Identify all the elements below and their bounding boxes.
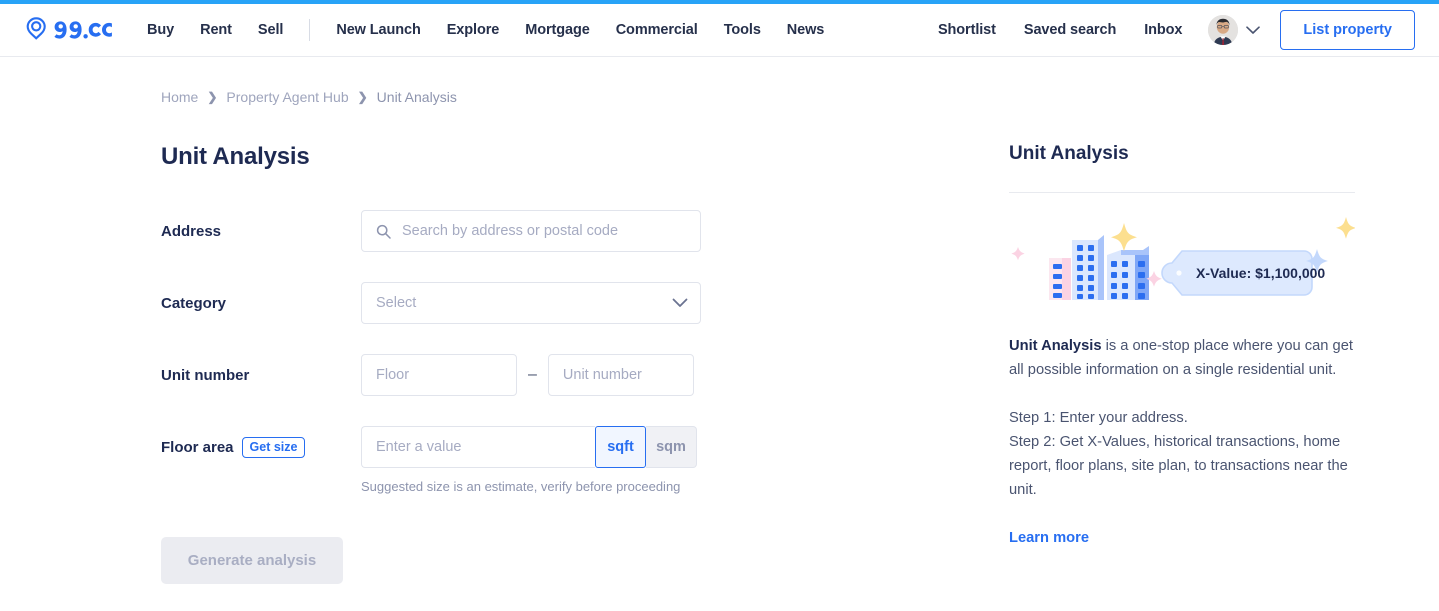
nav-link-rent[interactable]: Rent bbox=[187, 16, 245, 44]
nav-link-new-launch[interactable]: New Launch bbox=[323, 16, 433, 44]
address-input[interactable]: Search by address or postal code bbox=[361, 210, 701, 252]
unit-number-input[interactable]: Unit number bbox=[547, 354, 694, 396]
floor-area-unit-toggle: sqft sqm bbox=[595, 426, 697, 468]
info-panel-intro-bold: Unit Analysis bbox=[1009, 338, 1102, 354]
nav-right-section: Shortlist Saved search Inbox List proper… bbox=[924, 10, 1415, 50]
unit-analysis-form-column: Unit Analysis Address Search by address … bbox=[161, 143, 855, 584]
content-columns: Unit Analysis Address Search by address … bbox=[0, 143, 1439, 584]
address-input-placeholder: Search by address or postal code bbox=[402, 223, 619, 239]
top-navbar: Buy Rent Sell New Launch Explore Mortgag… bbox=[0, 4, 1439, 57]
unit-toggle-sqft[interactable]: sqft bbox=[595, 426, 646, 468]
field-group-address: Search by address or postal code bbox=[361, 210, 855, 252]
nav-link-explore[interactable]: Explore bbox=[434, 16, 513, 44]
breadcrumb: Home ❯ Property Agent Hub ❯ Unit Analysi… bbox=[161, 89, 1439, 105]
nav-link-mortgage[interactable]: Mortgage bbox=[512, 16, 602, 44]
label-category: Category bbox=[161, 294, 227, 312]
nav-divider bbox=[309, 19, 311, 41]
nav-link-commercial[interactable]: Commercial bbox=[603, 16, 711, 44]
info-panel-body: Unit Analysis is a one-stop place where … bbox=[1009, 334, 1355, 550]
get-size-button[interactable]: Get size bbox=[241, 436, 306, 458]
floor-input-placeholder: Floor bbox=[376, 367, 410, 383]
breadcrumb-item-property-agent-hub[interactable]: Property Agent Hub bbox=[226, 89, 348, 105]
nav-primary-links: Buy Rent Sell New Launch Explore Mortgag… bbox=[134, 16, 837, 44]
search-icon bbox=[376, 224, 391, 239]
nav-link-inbox[interactable]: Inbox bbox=[1130, 16, 1196, 44]
page-title: Unit Analysis bbox=[161, 143, 310, 170]
nav-link-buy[interactable]: Buy bbox=[134, 16, 187, 44]
info-panel: Unit Analysis X-Value: $1,100,000 Unit A… bbox=[1009, 143, 1356, 584]
sparkle-pink-icon bbox=[1011, 247, 1025, 261]
illustration-svg: X-Value: $1,100,000 bbox=[1011, 217, 1356, 300]
form-row-address: Address Search by address or postal code bbox=[161, 210, 855, 252]
label-unit-number: Unit number bbox=[161, 366, 250, 384]
info-panel-divider bbox=[1009, 192, 1355, 193]
chevron-right-icon: ❯ bbox=[207, 90, 218, 104]
form-row-floor-area: Floor area Get size Enter a value sqft s… bbox=[161, 426, 855, 494]
avatar bbox=[1208, 15, 1239, 45]
generate-analysis-button[interactable]: Generate analysis bbox=[161, 537, 343, 584]
nav-link-news[interactable]: News bbox=[774, 16, 837, 44]
breadcrumb-item-unit-analysis: Unit Analysis bbox=[376, 89, 457, 105]
field-group-category: Select bbox=[361, 282, 855, 324]
floor-area-input-placeholder: Enter a value bbox=[376, 439, 462, 455]
info-panel-title: Unit Analysis bbox=[1009, 143, 1129, 164]
unit-toggle-sqm[interactable]: sqm bbox=[646, 426, 697, 468]
nav-link-shortlist[interactable]: Shortlist bbox=[924, 16, 1010, 44]
label-floor-area-group: Floor area Get size bbox=[161, 426, 361, 468]
info-panel-intro: Unit Analysis is a one-stop place where … bbox=[1009, 334, 1355, 382]
form-row-unit-number: Unit number Floor – Unit number bbox=[161, 354, 855, 396]
floor-input[interactable]: Floor bbox=[361, 354, 517, 396]
chevron-down-icon bbox=[1246, 25, 1261, 34]
nav-link-tools[interactable]: Tools bbox=[711, 16, 774, 44]
field-group-unit-number: Floor – Unit number bbox=[361, 354, 855, 396]
page-content: Home ❯ Property Agent Hub ❯ Unit Analysi… bbox=[0, 89, 1439, 584]
category-select-placeholder: Select bbox=[376, 295, 417, 311]
list-property-button[interactable]: List property bbox=[1280, 10, 1415, 50]
chevron-down-icon bbox=[672, 298, 688, 307]
floor-area-hint: Suggested size is an estimate, verify be… bbox=[361, 479, 681, 494]
label-address: Address bbox=[161, 222, 222, 240]
nav-link-saved-search[interactable]: Saved search bbox=[1010, 16, 1130, 44]
logo-99co-icon bbox=[26, 17, 112, 40]
label-floor-area: Floor area bbox=[161, 438, 234, 456]
floor-area-input[interactable]: Enter a value bbox=[361, 426, 595, 468]
buildings-price-tag-illustration: X-Value: $1,100,000 bbox=[1009, 211, 1356, 316]
category-select[interactable]: Select bbox=[361, 282, 701, 324]
submit-row: Generate analysis bbox=[161, 494, 855, 584]
site-logo[interactable] bbox=[24, 15, 112, 45]
breadcrumb-item-home[interactable]: Home bbox=[161, 89, 198, 105]
sparkle-yellow-icon bbox=[1336, 217, 1356, 239]
field-group-floor-area: Enter a value sqft sqm Suggested size is… bbox=[361, 426, 855, 494]
unit-number-input-placeholder: Unit number bbox=[562, 367, 642, 383]
form-row-category: Category Select bbox=[161, 282, 855, 324]
learn-more-link[interactable]: Learn more bbox=[1009, 526, 1089, 550]
nav-link-sell[interactable]: Sell bbox=[245, 16, 296, 44]
unit-number-separator: – bbox=[528, 366, 537, 383]
chevron-right-icon: ❯ bbox=[357, 90, 368, 104]
info-panel-step-1: Step 1: Enter your address. bbox=[1009, 410, 1188, 426]
info-panel-step-2: Step 2: Get X-Values, historical transac… bbox=[1009, 434, 1348, 498]
sparkle-yellow-icon bbox=[1111, 223, 1137, 252]
x-value-tag-label: X-Value: $1,100,000 bbox=[1196, 265, 1325, 281]
account-menu[interactable] bbox=[1208, 15, 1261, 45]
user-avatar-icon bbox=[1208, 15, 1239, 45]
